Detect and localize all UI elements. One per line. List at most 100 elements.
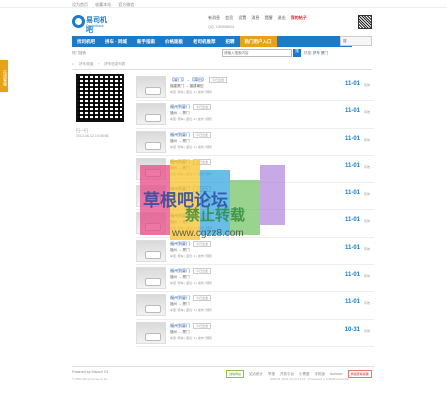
listing-title-text[interactable]: 福州到厦门 bbox=[170, 104, 190, 109]
listing-title[interactable]: 福州到厦门今日出发 bbox=[170, 240, 212, 247]
footer-powered[interactable]: Powered by Discuz! X3 bbox=[72, 370, 108, 374]
user-logout[interactable]: 退出 bbox=[278, 15, 286, 20]
listing-tag: 今日出发 bbox=[193, 104, 212, 111]
search-input[interactable] bbox=[222, 49, 292, 57]
nav-item-6[interactable]: 热门用户入口 bbox=[239, 36, 277, 47]
listing-date: 11-01 bbox=[344, 272, 360, 279]
user-bar: 有消息 会员 设置 消息 提醒 退出 我的帖子 QQ: 1183958001 bbox=[208, 15, 311, 29]
listing-title-text[interactable]: 福州到厦门 bbox=[170, 241, 190, 246]
listing-title-text[interactable]: 福州到厦门 bbox=[170, 295, 190, 300]
breadcrumb-item-0[interactable]: 拼车频道 bbox=[79, 62, 93, 66]
online-service-tab[interactable]: 在线客服 bbox=[0, 60, 8, 92]
police-badge[interactable]: 网络警察提醒 bbox=[347, 370, 372, 378]
user-member[interactable]: 会员 bbox=[225, 15, 233, 20]
home-icon[interactable]: ⌂ bbox=[72, 62, 74, 66]
listing-date: 11-01 bbox=[344, 299, 360, 306]
listing-title[interactable]: 福州到厦门今日出发 bbox=[170, 322, 212, 329]
footer-link-2[interactable]: 开放平台 bbox=[280, 372, 294, 376]
nav-search-box[interactable]: 搜 bbox=[340, 36, 372, 46]
trust-badge[interactable]: 诚信网站 bbox=[226, 370, 245, 378]
car-thumbnail[interactable] bbox=[136, 267, 166, 290]
top-bar: 设为首页 收藏本站 官方微信 bbox=[0, 0, 447, 8]
listing-route: 福州 → 厦门 bbox=[170, 329, 190, 334]
footer-link-3[interactable]: 小黑屋 bbox=[299, 372, 310, 376]
listing-route: 福州 → 厦门 bbox=[170, 302, 190, 307]
listing-flag: 有效 bbox=[363, 164, 370, 169]
listing-flag: 有效 bbox=[363, 219, 370, 224]
listing-meta: 车型: 轿车 | 座位: 4 | 发布: 刚刚 bbox=[170, 90, 212, 94]
user-settings[interactable]: 设置 bbox=[238, 15, 246, 20]
listing-date: 11-01 bbox=[344, 135, 360, 142]
listing-date: 11-01 bbox=[344, 190, 360, 197]
footer-link-1[interactable]: 举报 bbox=[268, 372, 275, 376]
listing-row[interactable]: 福州到厦门今日出发福州 → 厦门车型: 轿车 | 座位: 4 | 发布: 刚刚 1… bbox=[136, 238, 374, 266]
user-inbox[interactable]: 消息 bbox=[251, 15, 259, 20]
listing-route: 福州 → 厦门 bbox=[170, 275, 190, 280]
nav-item-5[interactable]: 招聘 bbox=[221, 36, 240, 47]
listing-flag: 有效 bbox=[363, 110, 370, 115]
listing-meta: 车型: 轿车 | 座位: 4 | 发布: 刚刚 bbox=[170, 335, 212, 340]
listing-title[interactable]: 福州到厦门今日出发 bbox=[170, 131, 212, 138]
listing-meta: 车型: 轿车 | 座位: 4 | 发布: 刚刚 bbox=[170, 117, 212, 122]
listing-tag: 今日出发 bbox=[193, 240, 212, 247]
listing-title-text[interactable]: 福州到厦门 bbox=[170, 323, 190, 328]
listing-route: 福建厦门 → 福建莆田 bbox=[170, 84, 204, 88]
listing-row[interactable]: 福州到厦门今日出发福州 → 厦门车型: 轿车 | 座位: 4 | 发布: 刚刚 1… bbox=[136, 265, 374, 293]
listing-title[interactable]: 福州到厦门今日出发 bbox=[170, 268, 212, 275]
listing-tag: 今日出发 bbox=[193, 295, 212, 302]
listing-row[interactable]: 福州到厦门今日出发福州 → 厦门车型: 轿车 | 座位: 4 | 发布: 刚刚 1… bbox=[136, 292, 374, 320]
car-thumbnail[interactable] bbox=[136, 321, 166, 344]
car-thumbnail[interactable] bbox=[136, 76, 166, 98]
footer-link-5[interactable]: Archiver bbox=[330, 372, 343, 376]
user-messages[interactable]: 有消息 bbox=[208, 15, 220, 20]
logo-subtitle: Dacheboss bbox=[86, 24, 104, 28]
nav-item-4[interactable]: 老司机推荐 bbox=[188, 36, 221, 47]
listing-date: 11-01 bbox=[344, 81, 360, 87]
car-thumbnail[interactable] bbox=[136, 294, 166, 317]
hot-term-1[interactable]: 厦门 bbox=[321, 51, 328, 55]
listing-route: 福州 → 厦门 bbox=[170, 138, 190, 143]
car-thumbnail[interactable] bbox=[136, 130, 166, 153]
user-notify[interactable]: 提醒 bbox=[265, 15, 273, 20]
listing-route: 福州 → 厦门 bbox=[170, 111, 190, 116]
hot-term-0[interactable]: 拼车 bbox=[313, 51, 320, 55]
listing-title-text[interactable]: 【厦门】→【莆田】 bbox=[170, 77, 206, 82]
nav-item-0[interactable]: 找司机吧 bbox=[72, 36, 100, 47]
listing-row[interactable]: 福州到厦门今日出发福州 → 厦门车型: 轿车 | 座位: 4 | 发布: 刚刚 1… bbox=[136, 101, 374, 129]
car-thumbnail[interactable] bbox=[136, 103, 166, 126]
breadcrumb-item-1[interactable]: 拼车信息列表 bbox=[104, 62, 125, 66]
site-logo[interactable]: 易司机吧 Dacheboss bbox=[72, 13, 112, 34]
nav-item-1[interactable]: 拼车 · 同城 bbox=[100, 36, 132, 47]
listing-title-text[interactable]: 福州到厦门 bbox=[170, 268, 190, 273]
hot-terms: 热搜: 拼车 厦门 bbox=[304, 51, 328, 56]
my-posts-link[interactable]: 我的帖子 bbox=[291, 15, 307, 20]
nav-item-3[interactable]: 价格面板 bbox=[160, 36, 188, 47]
listing-title[interactable]: 福州到厦门今日出发 bbox=[170, 104, 212, 111]
footer-copyright: © 2001-2013 Comsenz Inc. bbox=[72, 377, 109, 381]
listing-row[interactable]: 福州到厦门今日出发福州 → 厦门车型: 轿车 | 座位: 4 | 发布: 刚刚 1… bbox=[136, 320, 374, 347]
footer-link-0[interactable]: 站点统计 bbox=[249, 372, 263, 376]
qq-number: QQ: 1183958001 bbox=[208, 25, 235, 29]
search-button[interactable]: 搜 bbox=[293, 49, 301, 57]
listing-flag: 有效 bbox=[363, 328, 370, 333]
listing-title[interactable]: 【厦门】→【莆田】 今日出发 bbox=[170, 77, 228, 83]
wechat-link[interactable]: 官方微信 bbox=[118, 2, 134, 7]
breadcrumb-sep: › bbox=[98, 62, 100, 66]
listing-flag: 有效 bbox=[363, 301, 370, 306]
bookmark-link[interactable]: 收藏本站 bbox=[95, 2, 111, 7]
qr-code-image bbox=[76, 74, 124, 122]
listing-title-text[interactable]: 福州到厦门 bbox=[170, 132, 190, 137]
listing-route: 福州 → 厦门 bbox=[170, 247, 190, 252]
listing-tag: 今日出发 bbox=[193, 268, 212, 275]
listing-date: 11-01 bbox=[344, 217, 360, 224]
set-homepage-link[interactable]: 设为首页 bbox=[72, 2, 88, 7]
footer-link-4[interactable]: 手机版 bbox=[314, 372, 325, 376]
listing-row[interactable]: 福州到厦门今日出发福州 → 厦门车型: 轿车 | 座位: 4 | 发布: 刚刚 1… bbox=[136, 129, 374, 156]
listing-title[interactable]: 福州到厦门今日出发 bbox=[170, 295, 212, 302]
listing-flag: 有效 bbox=[363, 83, 370, 87]
nav-item-2[interactable]: 新手指南 bbox=[132, 36, 160, 47]
listing-row[interactable]: 【厦门】→【莆田】 今日出发 福建厦门 → 福建莆田 车型: 轿车 | 座位: 4 |… bbox=[136, 74, 374, 102]
listing-tag: 今日出发 bbox=[209, 77, 228, 83]
listing-flag: 有效 bbox=[363, 246, 370, 251]
car-thumbnail[interactable] bbox=[136, 239, 166, 262]
